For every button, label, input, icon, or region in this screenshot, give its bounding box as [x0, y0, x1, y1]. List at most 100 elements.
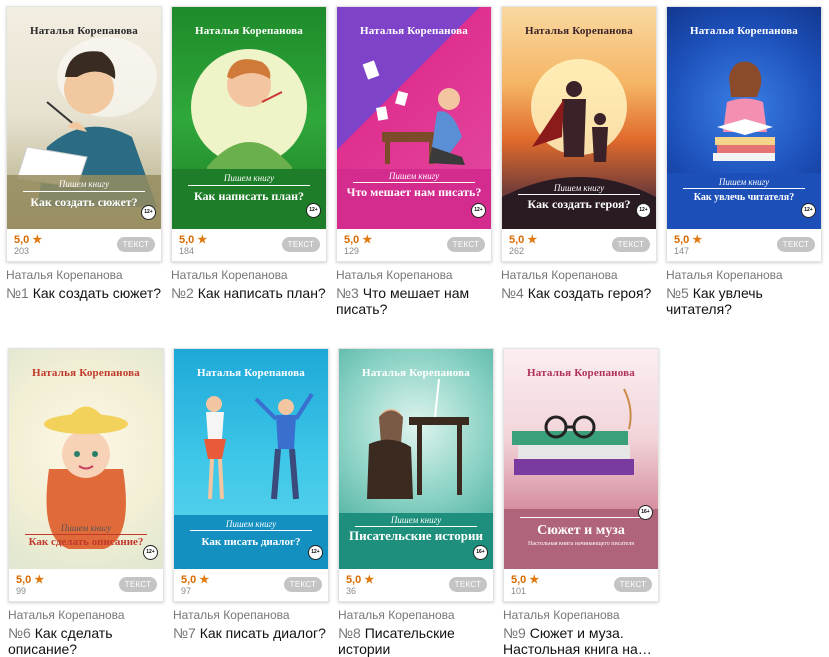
format-badge: ТЕКСТ [447, 237, 485, 252]
book-author-link[interactable]: Наталья Корепанова [503, 608, 659, 622]
book-author-link[interactable]: Наталья Корепанова [666, 268, 822, 282]
rating: 5,0 ★ [14, 234, 43, 246]
cover-author: Наталья Корепанова [32, 367, 140, 379]
book-card[interactable]: Наталья Корепанова Пишем книгу Как созда… [501, 6, 657, 301]
format-badge: ТЕКСТ [612, 237, 650, 252]
book-cover-image[interactable]: Наталья Корепанова Пишем книгу Как созда… [7, 7, 161, 229]
cover-title: Писательские истории [349, 528, 483, 543]
book-meta: 5,0 ★ 36 ТЕКСТ [339, 569, 493, 601]
format-badge: ТЕКСТ [119, 577, 157, 592]
book-meta: 5,0 ★ 99 ТЕКСТ [9, 569, 163, 601]
book-title-link[interactable]: №6 Как сделать описание? [8, 625, 164, 657]
rating: 5,0 ★ [346, 574, 375, 586]
book-cover-image[interactable]: Наталья Корепанова Пишем книгу Как напис… [172, 7, 326, 229]
cover-title: Как создать героя? [527, 197, 631, 211]
cover-series: Пишем книгу [390, 515, 442, 525]
rating: 5,0 ★ [181, 574, 210, 586]
cover-band [504, 509, 658, 569]
rating: 5,0 ★ [511, 574, 540, 586]
book-cover-wrap[interactable]: Наталья Корепанова Пишем книгу Как созда… [6, 6, 162, 262]
star-icon: ★ [199, 574, 210, 586]
age-rating-badge: 12+ [308, 545, 323, 560]
age-rating-badge: 12+ [141, 205, 156, 220]
book-title-link[interactable]: №2 Как написать план? [171, 285, 329, 301]
cover-title: Как написать план? [193, 189, 304, 203]
rating-count: 101 [511, 586, 527, 596]
star-icon: ★ [197, 234, 208, 246]
format-badge: ТЕКСТ [282, 237, 320, 252]
age-rating-badge: 12+ [143, 545, 158, 560]
book-cover-image[interactable]: Наталья Корепанова Пишем книгу Писательс… [339, 349, 493, 569]
book-title-link[interactable]: №4 Как создать героя? [501, 285, 657, 301]
cover-author: Наталья Корепанова [525, 25, 633, 37]
book-card[interactable]: Наталья Корепанова Сюжет и муза Настольн… [503, 348, 659, 657]
book-card[interactable]: Наталья Корепанова Пишем книгу Что мешае… [336, 6, 492, 317]
book-card[interactable]: Наталья Корепанова Пишем книгу Писательс… [338, 348, 494, 657]
rating: 5,0 ★ [16, 574, 45, 586]
book-cover-wrap[interactable]: Наталья Корепанова Пишем книгу Писательс… [338, 348, 494, 602]
book-cover-image[interactable]: Наталья Корепанова Пишем книгу Как писат… [174, 349, 328, 569]
cover-author: Наталья Корепанова [197, 367, 305, 379]
age-rating-badge: 12+ [471, 203, 486, 218]
book-cover-image[interactable]: Наталья Корепанова Сюжет и муза Настольн… [504, 349, 658, 569]
book-card[interactable]: Наталья Корепанова Пишем книгу Как увлеч… [666, 6, 822, 317]
book-title-link[interactable]: №3 Что мешает нам писать? [336, 285, 492, 317]
book-card[interactable]: Наталья Корепанова Пишем книгу Как напис… [171, 6, 327, 301]
book-card[interactable]: Наталья Корепанова Пишем книгу Как писат… [173, 348, 329, 641]
cover-subtitle: Настольная книга начинающего писателя [528, 541, 634, 547]
star-icon: ★ [692, 234, 703, 246]
rating-count: 129 [344, 246, 360, 256]
cover-title: Как писать диалог? [201, 536, 301, 548]
format-badge: ТЕКСТ [449, 577, 487, 592]
star-icon: ★ [32, 234, 43, 246]
book-cover-wrap[interactable]: Наталья Корепанова Пишем книгу Как созда… [501, 6, 657, 262]
cover-author: Наталья Корепанова [362, 367, 470, 379]
rating: 5,0 ★ [509, 234, 538, 246]
cover-title: Сюжет и муза [537, 523, 625, 538]
cover-divider [353, 182, 475, 183]
book-author-link[interactable]: Наталья Корепанова [336, 268, 492, 282]
book-title-link[interactable]: №1 Как создать сюжет? [6, 285, 162, 301]
book-cover-wrap[interactable]: Наталья Корепанова Сюжет и муза Настольн… [503, 348, 659, 602]
age-rating-badge: 12+ [801, 203, 816, 218]
rating: 5,0 ★ [344, 234, 373, 246]
rating-count: 262 [509, 246, 525, 256]
book-title-link[interactable]: №5 Как увлечь читателя? [666, 285, 822, 317]
book-cover-wrap[interactable]: Наталья Корепанова Пишем книгу Как напис… [171, 6, 327, 262]
book-author-link[interactable]: Наталья Корепанова [173, 608, 329, 622]
book-card[interactable]: Наталья Корепанова Пишем книгу Как сдела… [8, 348, 164, 657]
book-cover-image[interactable]: Наталья Корепанова Пишем книгу Как созда… [502, 7, 656, 229]
book-author-link[interactable]: Наталья Корепанова [8, 608, 164, 622]
cover-illustration [502, 59, 656, 229]
star-icon: ★ [362, 234, 373, 246]
book-title-link[interactable]: №9 Сюжет и муза. Настольная книга на… [503, 625, 659, 657]
cover-author: Наталья Корепанова [30, 25, 138, 37]
cover-series: Пишем книгу [223, 173, 275, 183]
book-card[interactable]: Наталья Корепанова Пишем книгу Как созда… [6, 6, 162, 301]
age-rating-badge: 12+ [636, 203, 651, 218]
book-cover-wrap[interactable]: Наталья Корепанова Пишем книгу Что мешае… [336, 6, 492, 262]
rating-count: 203 [14, 246, 30, 256]
book-cover-image[interactable]: Наталья Корепанова Пишем книгу Что мешае… [337, 7, 491, 229]
cover-author: Наталья Корепанова [195, 25, 303, 37]
cover-series: Пишем книгу [60, 523, 112, 533]
format-badge: ТЕКСТ [117, 237, 155, 252]
format-badge: ТЕКСТ [614, 577, 652, 592]
book-cover-wrap[interactable]: Наталья Корепанова Пишем книгу Как сдела… [8, 348, 164, 602]
book-meta: 5,0 ★ 262 ТЕКСТ [502, 229, 656, 261]
book-title-link[interactable]: №7 Как писать диалог? [173, 625, 329, 641]
book-author-link[interactable]: Наталья Корепанова [501, 268, 657, 282]
book-cover-wrap[interactable]: Наталья Корепанова Пишем книгу Как увлеч… [666, 6, 822, 262]
book-cover-image[interactable]: Наталья Корепанова Пишем книгу Как сдела… [9, 349, 163, 569]
star-icon: ★ [34, 574, 45, 586]
book-author-link[interactable]: Наталья Корепанова [171, 268, 327, 282]
book-author-link[interactable]: Наталья Корепанова [338, 608, 494, 622]
cover-series: Пишем книгу [553, 183, 605, 193]
rating-count: 99 [16, 586, 27, 596]
book-cover-image[interactable]: Наталья Корепанова Пишем книгу Как увлеч… [667, 7, 821, 229]
book-cover-wrap[interactable]: Наталья Корепанова Пишем книгу Как писат… [173, 348, 329, 602]
age-rating-badge: 16+ [473, 545, 488, 560]
cover-series: Пишем книгу [225, 519, 277, 529]
book-author-link[interactable]: Наталья Корепанова [6, 268, 162, 282]
book-title-link[interactable]: №8 Писательские истории [338, 625, 494, 657]
